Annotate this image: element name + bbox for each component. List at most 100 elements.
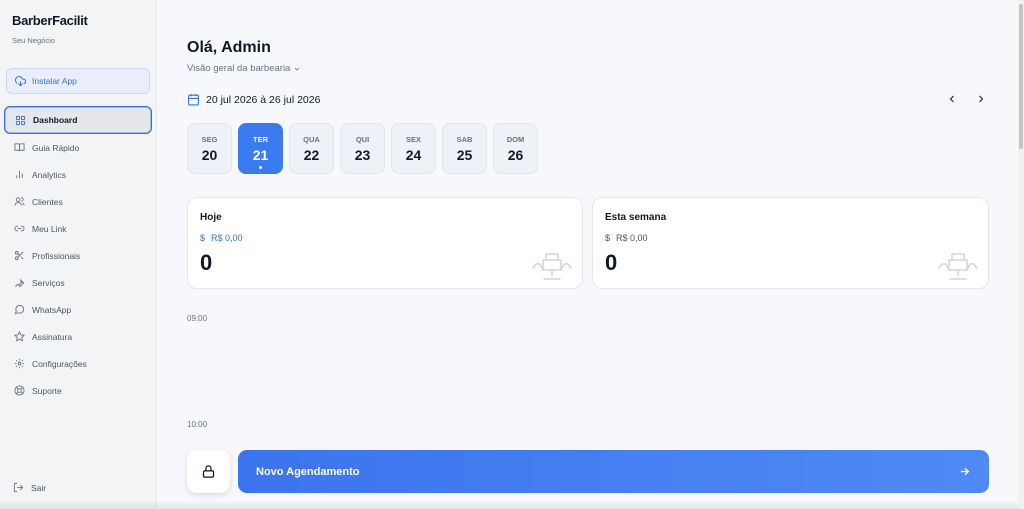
sidebar-item-clientes[interactable]: Clientes — [4, 188, 152, 215]
star-icon — [14, 331, 25, 342]
install-app-button[interactable]: Instalar App — [6, 68, 150, 94]
chat-icon — [14, 304, 25, 315]
bar-chart-icon — [16, 170, 23, 179]
brand-logo[interactable]: BarberFacilit — [12, 13, 88, 28]
lock-button[interactable] — [187, 450, 230, 493]
new-appointment-label: Novo Agendamento — [256, 465, 360, 478]
day-button[interactable]: DOM 26 — [493, 123, 538, 174]
scrollbar-thumb[interactable] — [1019, 4, 1023, 149]
sidebar-item-profissionais[interactable]: Profissionais — [4, 242, 152, 269]
day-number: 24 — [405, 147, 422, 163]
sidebar-nav: Dashboard Guia Rápido Analytics Clientes… — [4, 106, 152, 404]
sidebar-item-label: Profissionais — [32, 250, 81, 261]
sidebar-item-suporte[interactable]: Suporte — [4, 377, 152, 404]
revenue-value: $ R$ 0,00 — [605, 233, 648, 243]
sidebar-item-label: Serviços — [32, 277, 65, 288]
day-number: 23 — [354, 147, 371, 163]
barber-chair-icon — [530, 250, 574, 282]
sidebar: BarberFacilit Seu Negócio Instalar App D… — [0, 0, 157, 509]
users-icon — [14, 197, 25, 206]
day-number: 25 — [456, 147, 473, 163]
page-title: Olá, Admin — [187, 39, 271, 56]
time-slot-label: 09:00 — [187, 314, 208, 323]
day-number: 26 — [507, 147, 524, 163]
logout-label: Sair — [31, 482, 47, 493]
sidebar-item-label: Meu Link — [32, 223, 67, 234]
calendar-icon — [188, 94, 199, 106]
business-name: Seu Negócio — [12, 36, 55, 45]
book-icon — [14, 143, 25, 152]
chevron-down-icon — [295, 67, 300, 71]
logout-button[interactable]: Sair — [13, 482, 46, 493]
new-appointment-button[interactable]: Novo Agendamento — [238, 450, 989, 493]
sidebar-item-servicos[interactable]: Serviços — [4, 269, 152, 296]
day-button[interactable]: QUA 22 — [289, 123, 334, 174]
currency-icon: $ — [605, 233, 611, 243]
day-name: DOM — [506, 135, 525, 144]
sidebar-item-label: Dashboard — [33, 115, 78, 125]
day-selector: SEG 20 TER 21 QUA 22 QUI 23 SEX 24 SAB 2… — [187, 123, 538, 174]
arrow-right-icon — [960, 467, 970, 476]
day-button-selected[interactable]: TER 21 — [238, 123, 283, 174]
chevron-right-icon — [979, 95, 984, 103]
day-name: QUI — [355, 135, 370, 144]
revenue-amount: R$ 0,00 — [211, 233, 243, 243]
day-name: TER — [253, 135, 268, 144]
revenue-amount: R$ 0,00 — [616, 233, 648, 243]
day-number: 20 — [201, 147, 218, 163]
lifebuoy-icon — [14, 385, 25, 396]
week-range[interactable]: 20 jul 2026 à 26 jul 2026 — [187, 93, 320, 106]
scissors-icon — [14, 250, 24, 261]
sidebar-item-guia-rapido[interactable]: Guia Rápido — [4, 134, 152, 161]
today-stats-card: Hoje $ R$ 0,00 0 — [187, 197, 583, 289]
sidebar-item-analytics[interactable]: Analytics — [4, 161, 152, 188]
appointment-count: 0 — [605, 250, 618, 275]
wrench-icon — [15, 278, 25, 288]
day-name: SEX — [405, 135, 421, 144]
lock-icon — [202, 465, 215, 478]
sidebar-item-configuracoes[interactable]: Configurações — [4, 350, 152, 377]
card-title: Hoje — [200, 212, 222, 223]
link-icon — [14, 225, 25, 232]
day-button[interactable]: SEG 20 — [187, 123, 232, 174]
sidebar-item-dashboard[interactable]: Dashboard — [4, 106, 152, 134]
currency-icon: $ — [200, 233, 206, 243]
sidebar-item-label: WhatsApp — [32, 304, 72, 315]
view-selector[interactable]: Visão geral da barbearia — [187, 63, 301, 74]
dashboard-icon — [15, 115, 26, 125]
sidebar-item-assinatura[interactable]: Assinatura — [4, 323, 152, 350]
week-range-label: 20 jul 2026 à 26 jul 2026 — [206, 93, 321, 106]
previous-week-button[interactable] — [945, 92, 959, 106]
week-stats-card: Esta semana $ R$ 0,00 0 — [592, 197, 989, 289]
day-name: QUA — [303, 135, 320, 144]
sidebar-item-label: Guia Rápido — [32, 142, 80, 153]
day-button[interactable]: QUI 23 — [340, 123, 385, 174]
cloud-download-icon — [15, 75, 26, 86]
sidebar-item-label: Clientes — [32, 196, 63, 207]
sidebar-item-label: Suporte — [32, 385, 62, 396]
view-selector-label: Visão geral da barbearia — [187, 63, 291, 74]
gear-icon — [14, 358, 25, 369]
day-name: SEG — [201, 135, 218, 144]
day-name: SAB — [456, 135, 473, 144]
install-app-label: Instalar App — [32, 76, 77, 86]
barber-chair-icon — [936, 250, 980, 282]
sidebar-item-label: Assinatura — [32, 331, 73, 342]
revenue-value: $ R$ 0,00 — [200, 233, 243, 243]
time-slot-label: 10:00 — [187, 420, 208, 429]
next-week-button[interactable] — [974, 92, 988, 106]
appointment-count: 0 — [200, 250, 213, 275]
day-number: 21 — [252, 147, 269, 163]
day-button[interactable]: SEX 24 — [391, 123, 436, 174]
scrollbar[interactable] — [1018, 0, 1024, 509]
sidebar-item-meu-link[interactable]: Meu Link — [4, 215, 152, 242]
bottom-shadow — [0, 500, 1018, 509]
sidebar-item-label: Analytics — [32, 169, 67, 180]
chevron-left-icon — [949, 95, 954, 103]
day-number: 22 — [303, 147, 320, 163]
sidebar-item-whatsapp[interactable]: WhatsApp — [4, 296, 152, 323]
logout-icon — [13, 482, 24, 493]
today-indicator — [259, 166, 262, 169]
sidebar-item-label: Configurações — [32, 358, 87, 369]
day-button[interactable]: SAB 25 — [442, 123, 487, 174]
